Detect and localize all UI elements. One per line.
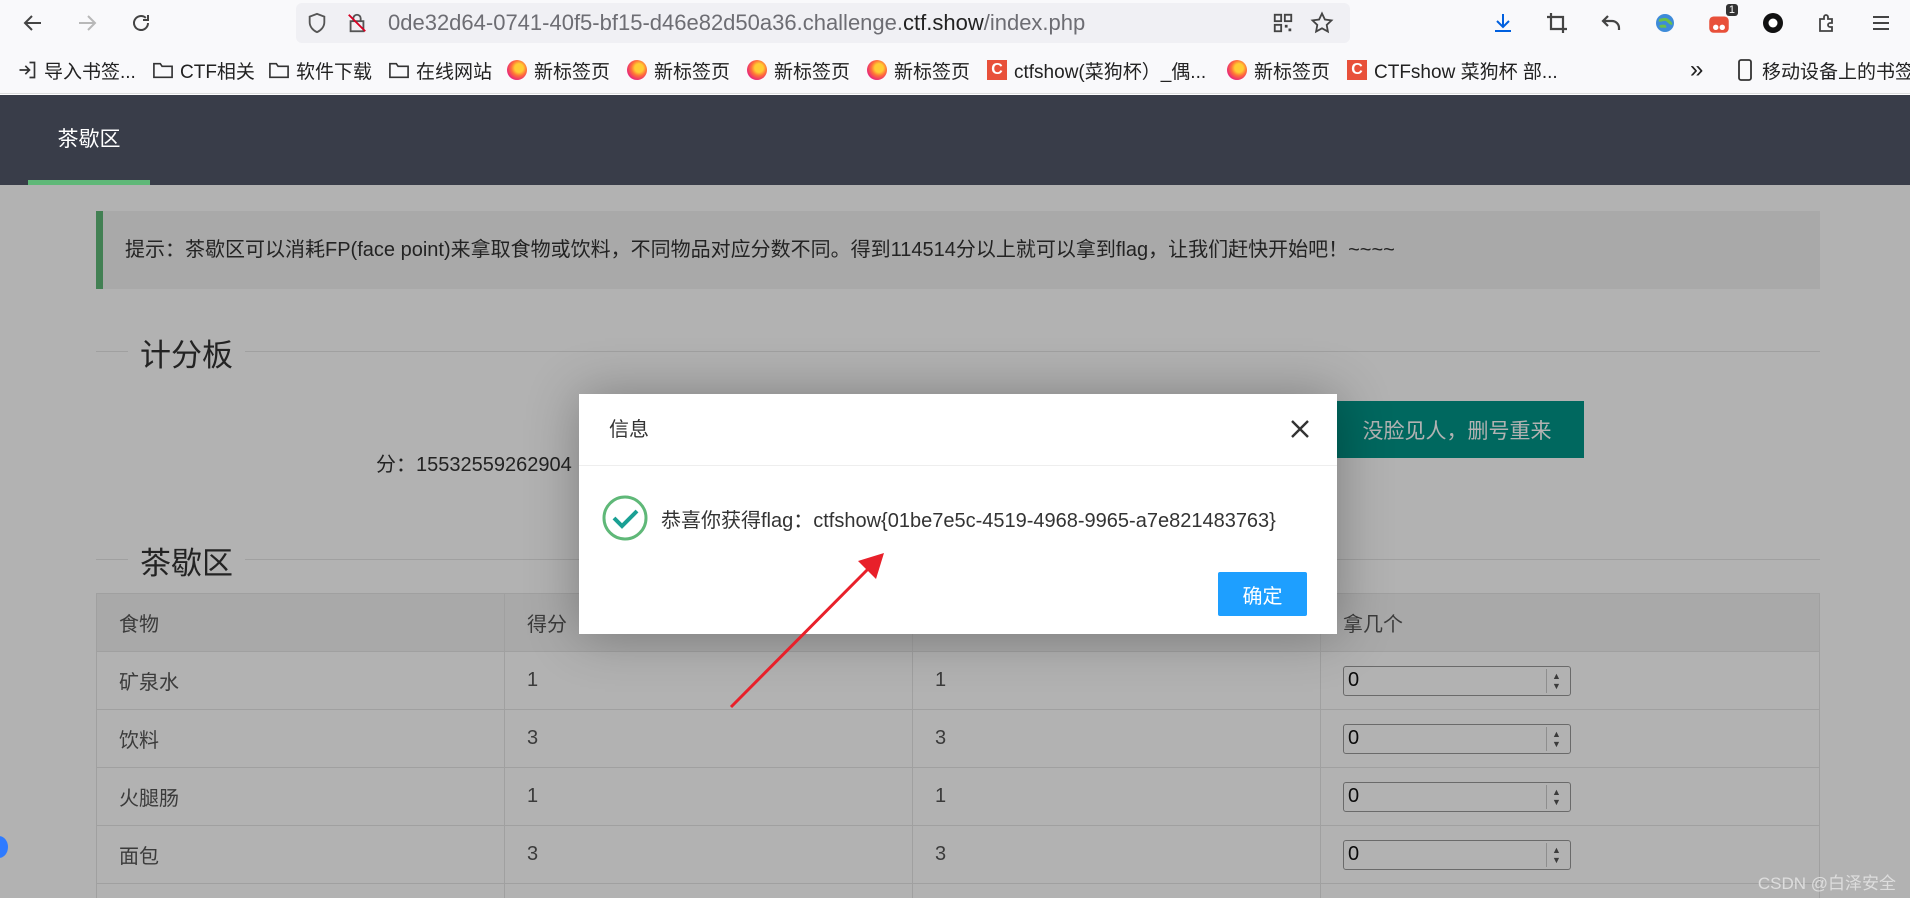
extensions-puzzle-icon[interactable] xyxy=(1812,8,1842,38)
extension-globe-icon[interactable] xyxy=(1650,8,1680,38)
success-check-icon xyxy=(601,494,649,542)
dialog-message: 恭喜你获得flag：ctfshow{01be7e5c-4519-4968-996… xyxy=(661,510,1276,532)
reload-icon[interactable] xyxy=(126,8,156,38)
close-icon[interactable] xyxy=(1285,414,1315,444)
menu-icon[interactable] xyxy=(1866,8,1896,38)
insecure-lock-icon[interactable] xyxy=(346,12,368,39)
bookmark-ctfshow-2[interactable]: C CTFshow 菜狗杯 部... xyxy=(1346,56,1558,84)
bookmarks-overflow-button[interactable]: » xyxy=(1690,56,1703,84)
extension-badge-count: 1 xyxy=(1725,4,1738,16)
bookmark-star-icon[interactable] xyxy=(1310,11,1334,40)
extension-circle-icon[interactable] xyxy=(1758,8,1788,38)
import-icon xyxy=(16,59,38,81)
back-icon[interactable] xyxy=(18,8,48,38)
download-icon[interactable] xyxy=(1488,8,1518,38)
folder-icon xyxy=(388,59,410,81)
firefox-icon xyxy=(866,59,888,81)
shield-icon[interactable] xyxy=(306,12,328,39)
info-dialog: 信息 恭喜你获得flag：ctfshow{01be7e5c-4519-4968-… xyxy=(579,394,1337,634)
dialog-title: 信息 xyxy=(579,394,1337,466)
firefox-icon xyxy=(746,59,768,81)
bookmark-mobile[interactable]: 移动设备上的书签 xyxy=(1734,56,1910,84)
folder-icon xyxy=(152,59,174,81)
bookmark-newtab-3[interactable]: 新标签页 xyxy=(746,56,850,84)
firefox-icon xyxy=(506,59,528,81)
bookmark-folder-ctf[interactable]: CTF相关 xyxy=(152,56,255,84)
firefox-icon xyxy=(1226,59,1248,81)
bookmark-import[interactable]: 导入书签... xyxy=(16,56,136,84)
forward-icon[interactable] xyxy=(72,8,102,38)
bookmarks-bar: 导入书签... CTF相关 软件下载 在线网站 新标签页 新标签页 新标签页 新… xyxy=(0,46,1910,94)
ctfshow-icon: C xyxy=(986,59,1008,81)
bookmark-newtab-4[interactable]: 新标签页 xyxy=(866,56,970,84)
browser-toolbar: 0de32d64-0741-40f5-bf15-d46e82d50a36.cha… xyxy=(0,0,1910,46)
undo-icon[interactable] xyxy=(1596,8,1626,38)
qr-code-icon[interactable] xyxy=(1272,12,1294,39)
nav-item-teabreak[interactable]: 茶歇区 xyxy=(28,95,150,185)
watermark: CSDN @白泽安全 xyxy=(1757,874,1896,893)
page-content: 茶歇区 提示：茶歇区可以消耗FP(face point)来拿取食物或饮料，不同物… xyxy=(0,95,1910,898)
ok-button[interactable]: 确定 xyxy=(1218,572,1307,616)
url-text[interactable]: 0de32d64-0741-40f5-bf15-d46e82d50a36.cha… xyxy=(388,3,1085,43)
top-nav: 茶歇区 xyxy=(0,95,1910,185)
firefox-icon xyxy=(626,59,648,81)
mobile-device-icon xyxy=(1734,59,1756,81)
crop-icon[interactable] xyxy=(1542,8,1572,38)
bookmark-newtab-5[interactable]: 新标签页 xyxy=(1226,56,1330,84)
folder-icon xyxy=(268,59,290,81)
bookmark-newtab-1[interactable]: 新标签页 xyxy=(506,56,610,84)
ctfshow-icon: C xyxy=(1346,59,1368,81)
url-bar[interactable]: 0de32d64-0741-40f5-bf15-d46e82d50a36.cha… xyxy=(296,3,1350,43)
extension-badge-icon[interactable]: 1 xyxy=(1704,4,1738,38)
bookmark-folder-software[interactable]: 软件下载 xyxy=(268,56,372,84)
bookmark-folder-online[interactable]: 在线网站 xyxy=(388,56,492,84)
bookmark-ctfshow-1[interactable]: C ctfshow(菜狗杯）_偶... xyxy=(986,56,1206,84)
bookmark-newtab-2[interactable]: 新标签页 xyxy=(626,56,730,84)
